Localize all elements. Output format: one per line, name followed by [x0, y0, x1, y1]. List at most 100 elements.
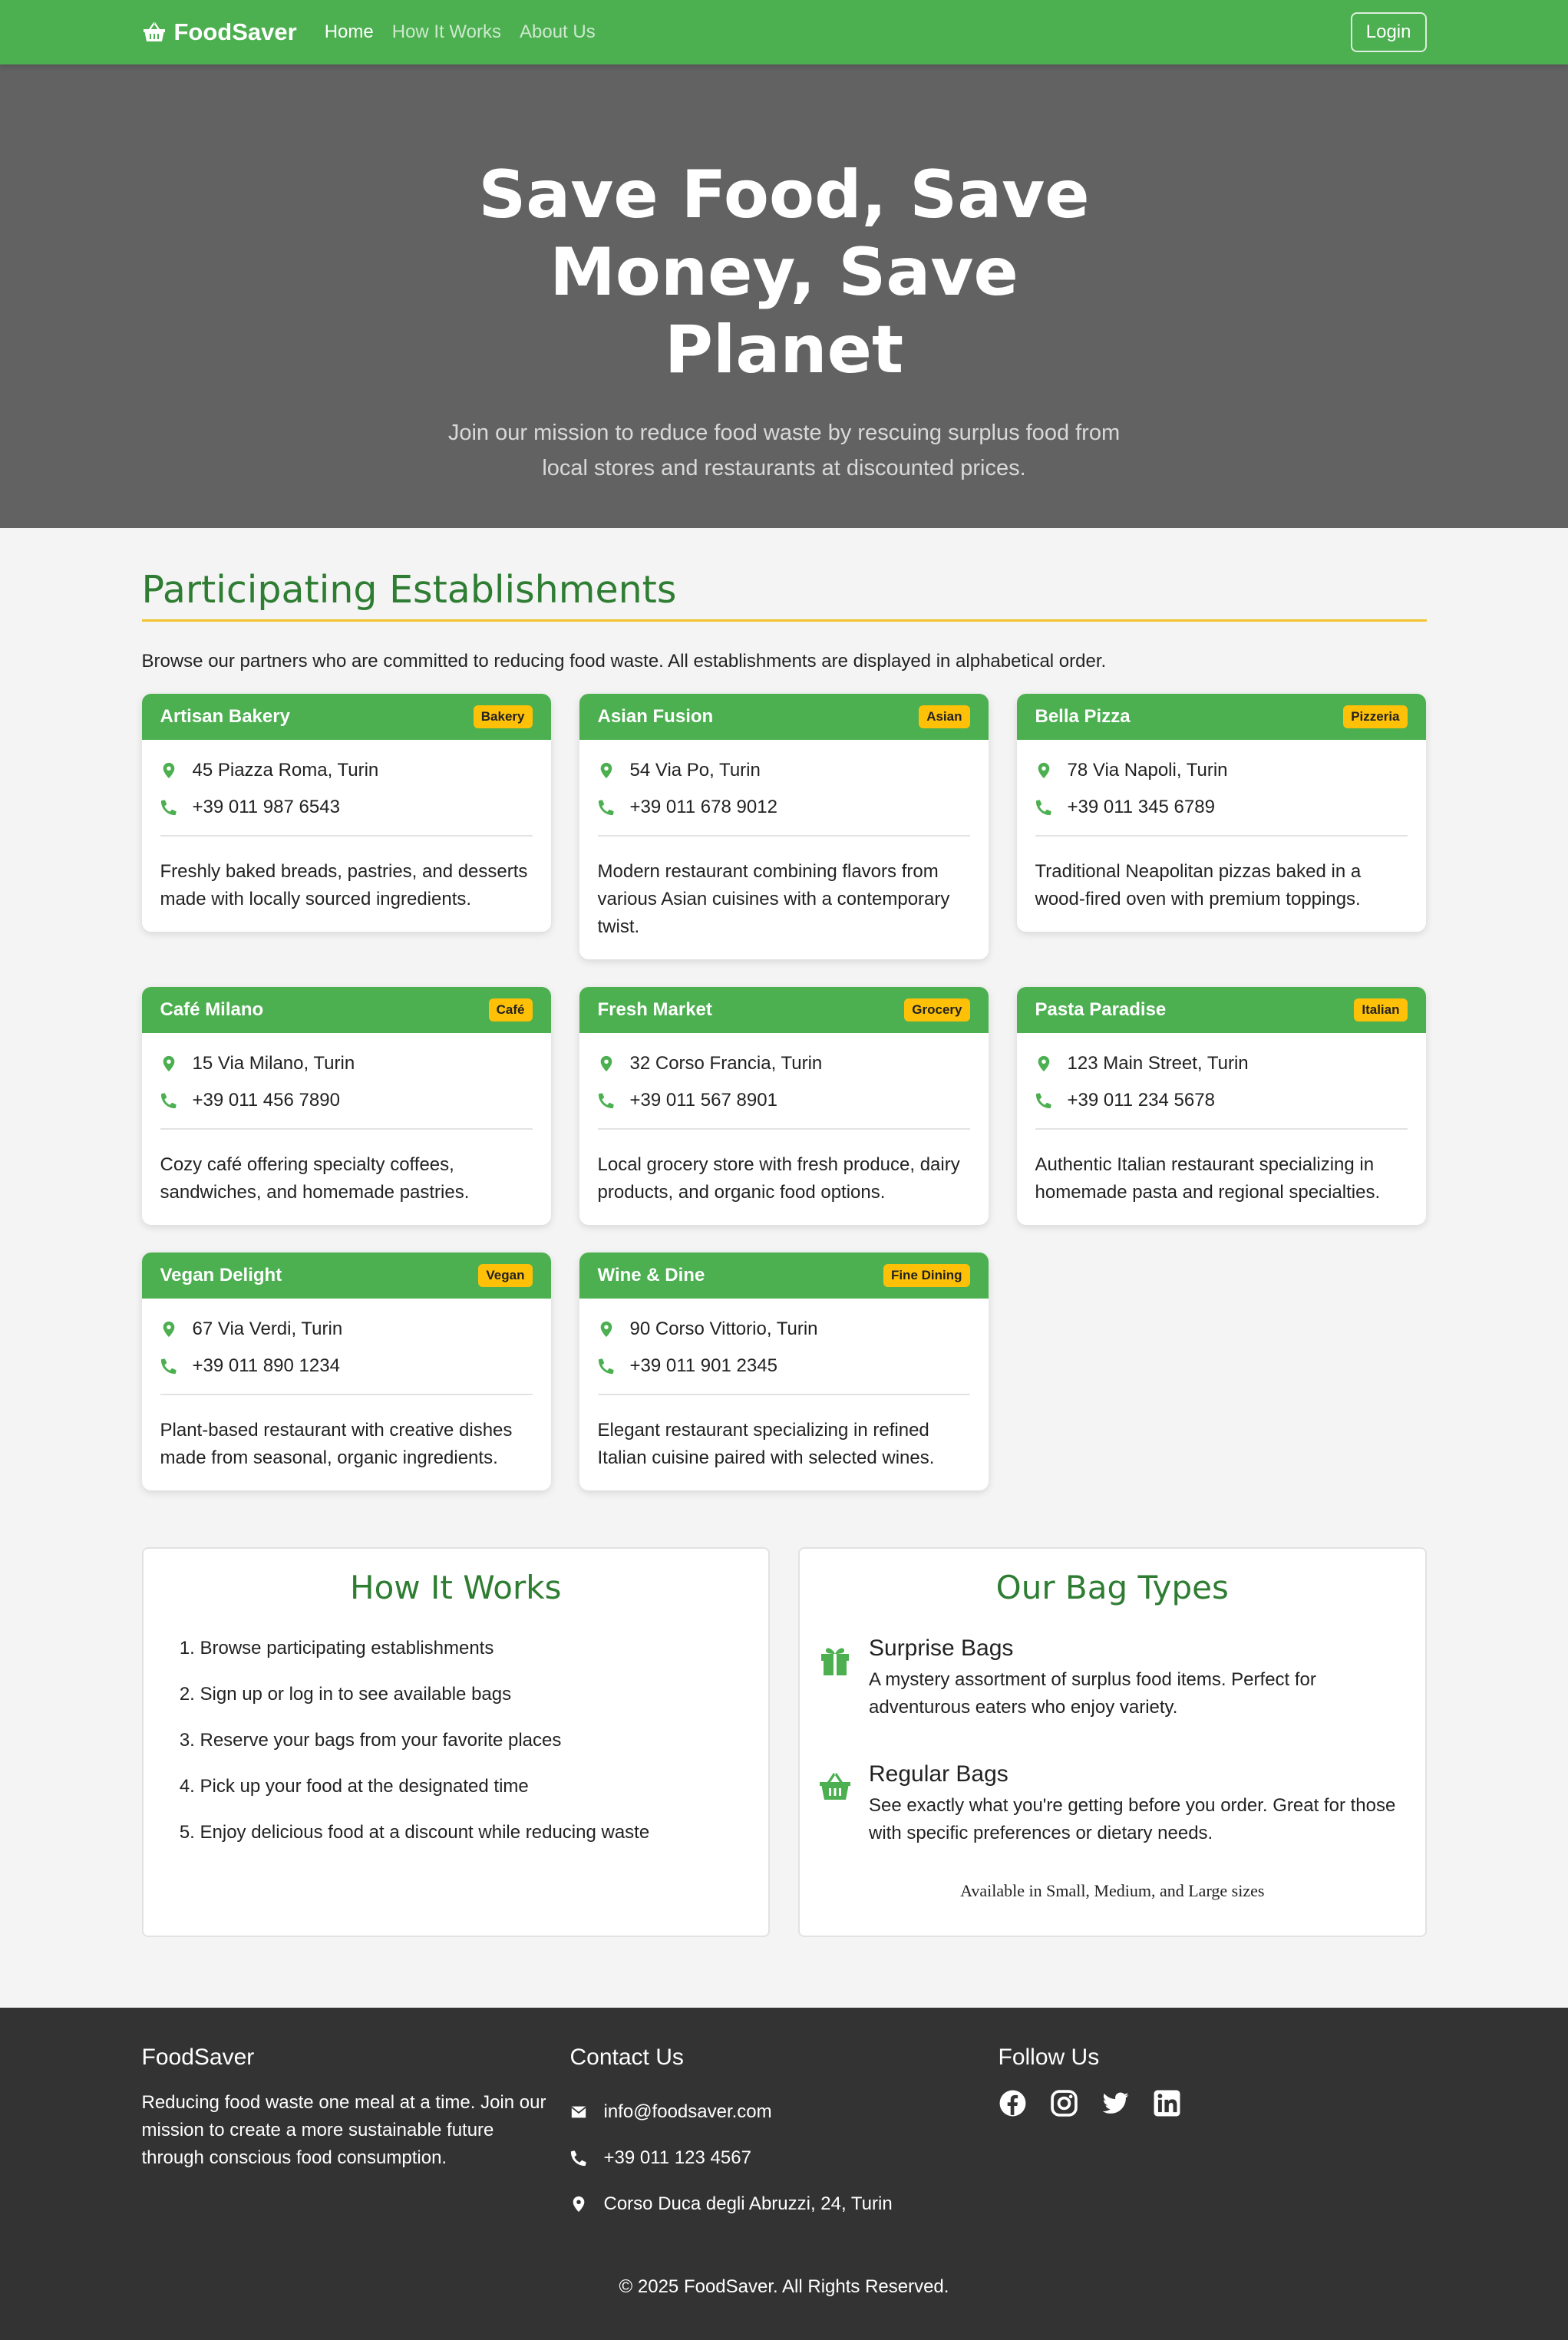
- address-row: 15 Via Milano, Turin: [160, 1045, 533, 1082]
- bag-sizes-note: Available in Small, Medium, and Large si…: [960, 1881, 1265, 1900]
- category-badge: Bakery: [473, 705, 533, 728]
- footer: FoodSaver Reducing food waste one meal a…: [0, 2008, 1568, 2340]
- establishment-name: Wine & Dine: [597, 1265, 705, 1286]
- brand-name: FoodSaver: [173, 18, 297, 45]
- establishment-phone: +39 011 456 7890: [192, 1090, 340, 1111]
- nav-link-how-it-works[interactable]: How It Works: [392, 21, 501, 43]
- footer-address: Corso Duca degli Abruzzi, 24, Turin: [603, 2193, 893, 2214]
- establishment-phone: +39 011 987 6543: [192, 797, 340, 817]
- info-row: How It Works Browse participating establ…: [141, 1547, 1427, 1937]
- footer-phone: +39 011 123 4567: [603, 2147, 751, 2168]
- surprise-bag: Surprise Bags A mystery assortment of su…: [818, 1635, 1407, 1721]
- card-body: 67 Via Verdi, Turin +39 011 890 1234 Pla…: [142, 1299, 551, 1490]
- map-pin-icon: [160, 1321, 177, 1338]
- establishment-description: Traditional Neapolitan pizzas baked in a…: [1035, 861, 1362, 909]
- phone-icon: [570, 2150, 587, 2167]
- establishment-card[interactable]: Wine & Dine Fine Dining 90 Corso Vittori…: [579, 1253, 989, 1490]
- establishment-address: 32 Corso Francia, Turin: [629, 1053, 823, 1074]
- phone-icon: [598, 799, 615, 816]
- establishment-name: Café Milano: [160, 999, 264, 1020]
- category-badge: Pizzeria: [1343, 705, 1408, 728]
- phone-row: +39 011 234 5678: [1035, 1082, 1408, 1119]
- map-pin-icon: [570, 2196, 587, 2213]
- footer-email[interactable]: info@foodsaver.com: [604, 2101, 772, 2123]
- establishment-card[interactable]: Vegan Delight Vegan 67 Via Verdi, Turin …: [141, 1253, 551, 1490]
- card-body: 45 Piazza Roma, Turin +39 011 987 6543 F…: [142, 740, 551, 932]
- establishment-phone: +39 011 234 5678: [1067, 1090, 1215, 1111]
- nav-link-about-us[interactable]: About Us: [520, 21, 596, 43]
- establishment-phone: +39 011 901 2345: [629, 1355, 777, 1376]
- navbar: FoodSaver Home How It Works About Us Log…: [0, 0, 1568, 64]
- card-header: Vegan Delight Vegan: [141, 1253, 551, 1299]
- divider: [597, 1128, 970, 1130]
- divider: [1035, 1128, 1408, 1130]
- card-header: Bella Pizza Pizzeria: [1016, 694, 1426, 740]
- divider: [160, 1394, 533, 1395]
- phone-icon: [1035, 1092, 1052, 1109]
- nav-link-home[interactable]: Home: [325, 21, 374, 43]
- establishment-address: 123 Main Street, Turin: [1067, 1053, 1249, 1074]
- establishment-name: Artisan Bakery: [160, 706, 290, 727]
- establishment-phone: +39 011 345 6789: [1067, 797, 1215, 817]
- card-body: 32 Corso Francia, Turin +39 011 567 8901…: [579, 1033, 989, 1225]
- phone-row: +39 011 987 6543: [160, 789, 533, 826]
- establishment-card[interactable]: Asian Fusion Asian 54 Via Po, Turin +39 …: [579, 694, 989, 959]
- basket-icon: [142, 20, 167, 45]
- establishment-card[interactable]: Artisan Bakery Bakery 45 Piazza Roma, Tu…: [141, 694, 551, 932]
- footer-address-row: Corso Duca degli Abruzzi, 24, Turin: [570, 2181, 999, 2227]
- card-header: Artisan Bakery Bakery: [141, 694, 551, 740]
- instagram-icon[interactable]: [1050, 2089, 1078, 2117]
- phone-icon: [598, 1092, 615, 1109]
- linkedin-icon[interactable]: [1153, 2089, 1181, 2117]
- footer-about-title: FoodSaver: [141, 2045, 255, 2070]
- establishment-address: 15 Via Milano, Turin: [192, 1053, 355, 1074]
- footer-about-text: Reducing food waste one meal at a time. …: [141, 2092, 546, 2168]
- card-header: Fresh Market Grocery: [579, 987, 989, 1033]
- establishment-card[interactable]: Fresh Market Grocery 32 Corso Francia, T…: [579, 987, 989, 1225]
- step-item: Browse participating establishments: [200, 1637, 751, 1683]
- footer-follow-title: Follow Us: [998, 2045, 1100, 2070]
- twitter-icon[interactable]: [1101, 2089, 1130, 2117]
- brand-logo[interactable]: FoodSaver: [142, 18, 297, 46]
- establishment-description: Modern restaurant combining flavors from…: [597, 861, 950, 937]
- login-button[interactable]: Login: [1350, 12, 1427, 52]
- phone-icon: [160, 1358, 177, 1375]
- category-badge: Vegan: [478, 1264, 533, 1287]
- hero-title: Save Food, Save Money, Save Planet: [478, 157, 1090, 388]
- establishment-card[interactable]: Bella Pizza Pizzeria 78 Via Napoli, Turi…: [1016, 694, 1426, 932]
- establishments-intro: Browse our partners who are committed to…: [141, 651, 1107, 672]
- establishment-address: 45 Piazza Roma, Turin: [192, 760, 379, 781]
- phone-row: +39 011 567 8901: [598, 1082, 970, 1119]
- address-row: 67 Via Verdi, Turin: [160, 1311, 533, 1348]
- step-item: Sign up or log in to see available bags: [200, 1683, 751, 1729]
- establishment-phone: +39 011 890 1234: [192, 1355, 340, 1376]
- phone-row: +39 011 678 9012: [598, 789, 970, 826]
- envelope-icon: [570, 2104, 587, 2121]
- card-header: Wine & Dine Fine Dining: [579, 1253, 989, 1299]
- divider: [597, 1394, 970, 1395]
- establishment-card[interactable]: Café Milano Café 15 Via Milano, Turin +3…: [141, 987, 551, 1225]
- step-item: Enjoy delicious food at a discount while…: [200, 1821, 751, 1867]
- footer-contact: Contact Us info@foodsaver.com +39 011 12…: [570, 2045, 999, 2227]
- phone-icon: [598, 1358, 615, 1375]
- phone-row: +39 011 890 1234: [160, 1348, 533, 1385]
- establishment-description: Local grocery store with fresh produce, …: [597, 1154, 960, 1203]
- footer-email-row: info@foodsaver.com: [570, 2089, 999, 2135]
- address-row: 123 Main Street, Turin: [1035, 1045, 1408, 1082]
- facebook-icon[interactable]: [999, 2089, 1027, 2117]
- main-content: Participating Establishments Browse our …: [141, 528, 1427, 1937]
- establishment-phone: +39 011 567 8901: [629, 1090, 777, 1111]
- establishment-address: 54 Via Po, Turin: [629, 760, 761, 781]
- establishment-description: Freshly baked breads, pastries, and dess…: [160, 861, 528, 909]
- card-header: Asian Fusion Asian: [579, 694, 989, 740]
- category-badge: Grocery: [904, 998, 970, 1021]
- phone-icon: [1035, 799, 1052, 816]
- address-row: 32 Corso Francia, Turin: [598, 1045, 970, 1082]
- footer-about: FoodSaver Reducing food waste one meal a…: [142, 2045, 570, 2227]
- establishment-description: Plant-based restaurant with creative dis…: [160, 1420, 513, 1468]
- establishment-card[interactable]: Pasta Paradise Italian 123 Main Street, …: [1016, 987, 1426, 1225]
- map-pin-icon: [160, 762, 177, 779]
- step-item: Reserve your bags from your favorite pla…: [200, 1729, 751, 1775]
- phone-row: +39 011 456 7890: [160, 1082, 533, 1119]
- phone-icon: [160, 799, 177, 816]
